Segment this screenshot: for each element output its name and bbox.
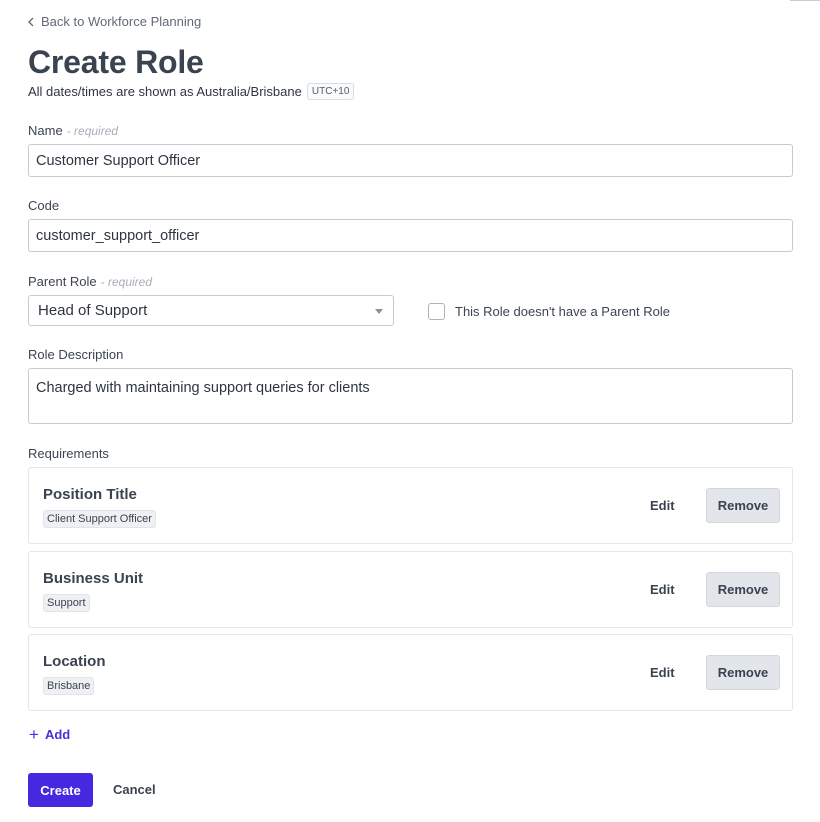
requirement-value-tag: Brisbane: [43, 677, 95, 695]
role-description-label: Role Description: [28, 347, 124, 362]
requirement-card: Location Brisbane Edit Remove: [28, 634, 793, 711]
requirement-title: Location: [43, 653, 106, 670]
cancel-button[interactable]: Cancel: [113, 782, 156, 797]
name-input[interactable]: [28, 144, 793, 177]
create-button[interactable]: Create: [28, 773, 93, 807]
add-requirement-label: Add: [44, 727, 71, 742]
caret-down-icon: [375, 309, 383, 314]
no-parent-role-option[interactable]: This Role doesn't have a Parent Role: [428, 303, 670, 320]
edit-requirement-button[interactable]: Edit: [650, 498, 675, 513]
no-parent-role-checkbox[interactable]: [428, 303, 445, 320]
timezone-text: All dates/times are shown as Australia/B…: [28, 84, 302, 99]
role-description-textarea[interactable]: Charged with maintaining support queries…: [28, 368, 793, 424]
remove-requirement-button[interactable]: Remove: [706, 655, 780, 690]
requirements-label: Requirements: [28, 446, 109, 461]
requirement-title: Position Title: [43, 486, 137, 503]
requirement-value-tag: Support: [43, 594, 90, 612]
parent-role-label: Parent Role - required: [28, 274, 152, 289]
name-label: Name - required: [28, 123, 118, 138]
parent-role-selected: Head of Support: [38, 302, 148, 319]
name-label-text: Name: [28, 123, 63, 138]
parent-role-label-text: Parent Role: [28, 274, 97, 289]
edit-requirement-button[interactable]: Edit: [650, 582, 675, 597]
back-link[interactable]: Back to Workforce Planning: [28, 14, 201, 29]
timezone-notice: All dates/times are shown as Australia/B…: [28, 83, 355, 100]
required-marker: - required: [66, 124, 119, 138]
code-label: Code: [28, 198, 60, 213]
remove-requirement-button[interactable]: Remove: [706, 572, 780, 607]
plus-icon: +: [29, 724, 39, 744]
no-parent-role-label: This Role doesn't have a Parent Role: [455, 304, 670, 319]
requirement-value-tag: Client Support Officer: [43, 510, 156, 528]
add-requirement-button[interactable]: + Add: [29, 724, 71, 744]
back-link-label: Back to Workforce Planning: [41, 14, 202, 29]
chevron-left-icon: [28, 17, 34, 26]
timezone-badge: UTC+10: [306, 83, 355, 100]
page-title: Create Role: [28, 44, 204, 80]
requirement-card: Business Unit Support Edit Remove: [28, 551, 793, 628]
parent-role-select[interactable]: Head of Support: [28, 295, 394, 326]
edit-requirement-button[interactable]: Edit: [650, 665, 675, 680]
required-marker: - required: [100, 275, 153, 289]
requirement-title: Business Unit: [43, 570, 144, 587]
code-input[interactable]: [28, 219, 793, 252]
window-edge: [790, 0, 820, 1]
requirement-card: Position Title Client Support Officer Ed…: [28, 467, 793, 544]
remove-requirement-button[interactable]: Remove: [706, 488, 780, 523]
